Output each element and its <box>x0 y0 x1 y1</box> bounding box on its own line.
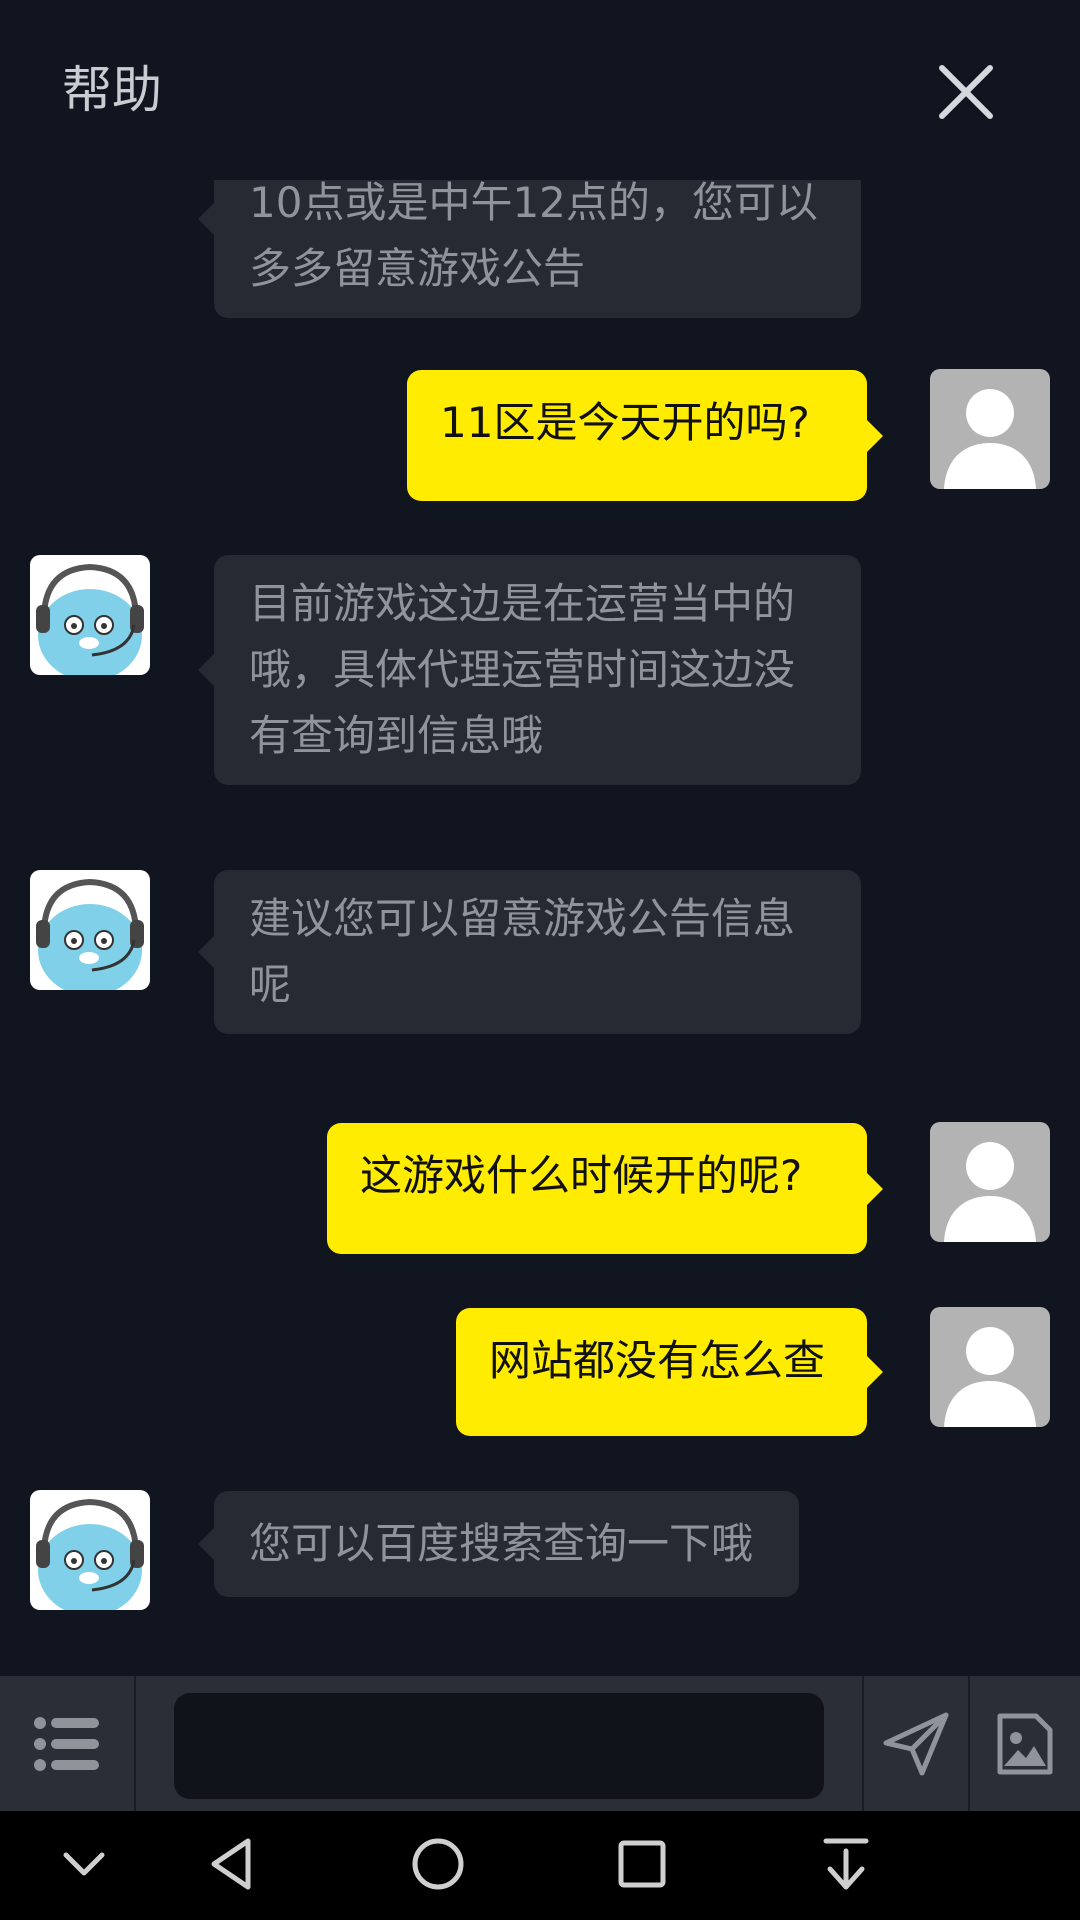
seal-mascot-icon <box>36 563 144 675</box>
chevron-down-icon <box>63 1852 105 1876</box>
message-text: 您可以百度搜索查询一下哦 <box>249 1519 754 1568</box>
send-icon <box>883 1712 949 1775</box>
seal-mascot-icon <box>36 878 144 990</box>
notification-pulldown-button[interactable] <box>806 1829 886 1899</box>
message-text: 建议您可以留意游戏公告信息呢 <box>249 894 796 1009</box>
agent-message-bubble: 10点或是中午12点的，您可以多多留意游戏公告 <box>198 180 861 318</box>
header-bar: 帮助 <box>0 0 1080 180</box>
image-icon <box>997 1713 1053 1774</box>
message-input-bar <box>0 1676 1080 1811</box>
seal-mascot-icon <box>36 1498 144 1610</box>
hide-nav-button[interactable] <box>44 1829 124 1899</box>
agent-message-bubble: 建议您可以留意游戏公告信息呢 <box>198 870 861 1034</box>
user-avatar <box>930 1307 1050 1427</box>
back-button[interactable] <box>194 1829 274 1899</box>
message-text: 网站都没有怎么查 <box>489 1336 826 1385</box>
user-message-bubble: 11区是今天开的吗? <box>407 370 883 501</box>
pull-down-icon <box>823 1838 869 1890</box>
user-avatar <box>930 369 1050 489</box>
home-button[interactable] <box>398 1829 478 1899</box>
page-title: 帮助 <box>62 61 162 119</box>
image-button[interactable] <box>970 1676 1080 1811</box>
agent-avatar <box>30 1490 150 1610</box>
menu-button[interactable] <box>0 1676 136 1811</box>
recents-button[interactable] <box>602 1829 682 1899</box>
system-navigation-bar <box>0 1811 1080 1920</box>
message-text: 目前游戏这边是在运营当中的哦，具体代理运营时间这边没有查询到信息哦 <box>249 579 796 760</box>
list-menu-icon <box>34 1716 99 1771</box>
user-silhouette-icon <box>944 1142 1036 1242</box>
message-text: 10点或是中午12点的，您可以多多留意游戏公告 <box>249 180 818 293</box>
user-silhouette-icon <box>944 389 1036 489</box>
user-message-bubble: 这游戏什么时候开的呢? <box>327 1123 883 1254</box>
send-button[interactable] <box>862 1676 970 1811</box>
user-silhouette-icon <box>944 1327 1036 1427</box>
close-icon <box>939 65 993 119</box>
back-triangle-icon <box>211 1838 251 1890</box>
agent-message-bubble: 您可以百度搜索查询一下哦 <box>198 1491 799 1597</box>
message-input[interactable] <box>174 1693 824 1799</box>
close-button[interactable] <box>928 54 1004 130</box>
home-circle-icon <box>412 1838 464 1890</box>
user-message-bubble: 网站都没有怎么查 <box>456 1308 883 1436</box>
recents-square-icon <box>618 1840 666 1888</box>
message-text: 11区是今天开的吗? <box>440 398 810 447</box>
chat-message-list[interactable]: 10点或是中午12点的，您可以多多留意游戏公告 11区是今天开的吗? 目前游戏这… <box>0 180 1080 1675</box>
user-avatar <box>930 1122 1050 1242</box>
agent-avatar <box>30 870 150 990</box>
agent-avatar <box>30 555 150 675</box>
agent-message-bubble: 目前游戏这边是在运营当中的哦，具体代理运营时间这边没有查询到信息哦 <box>198 555 861 785</box>
message-text: 这游戏什么时候开的呢? <box>360 1151 803 1200</box>
